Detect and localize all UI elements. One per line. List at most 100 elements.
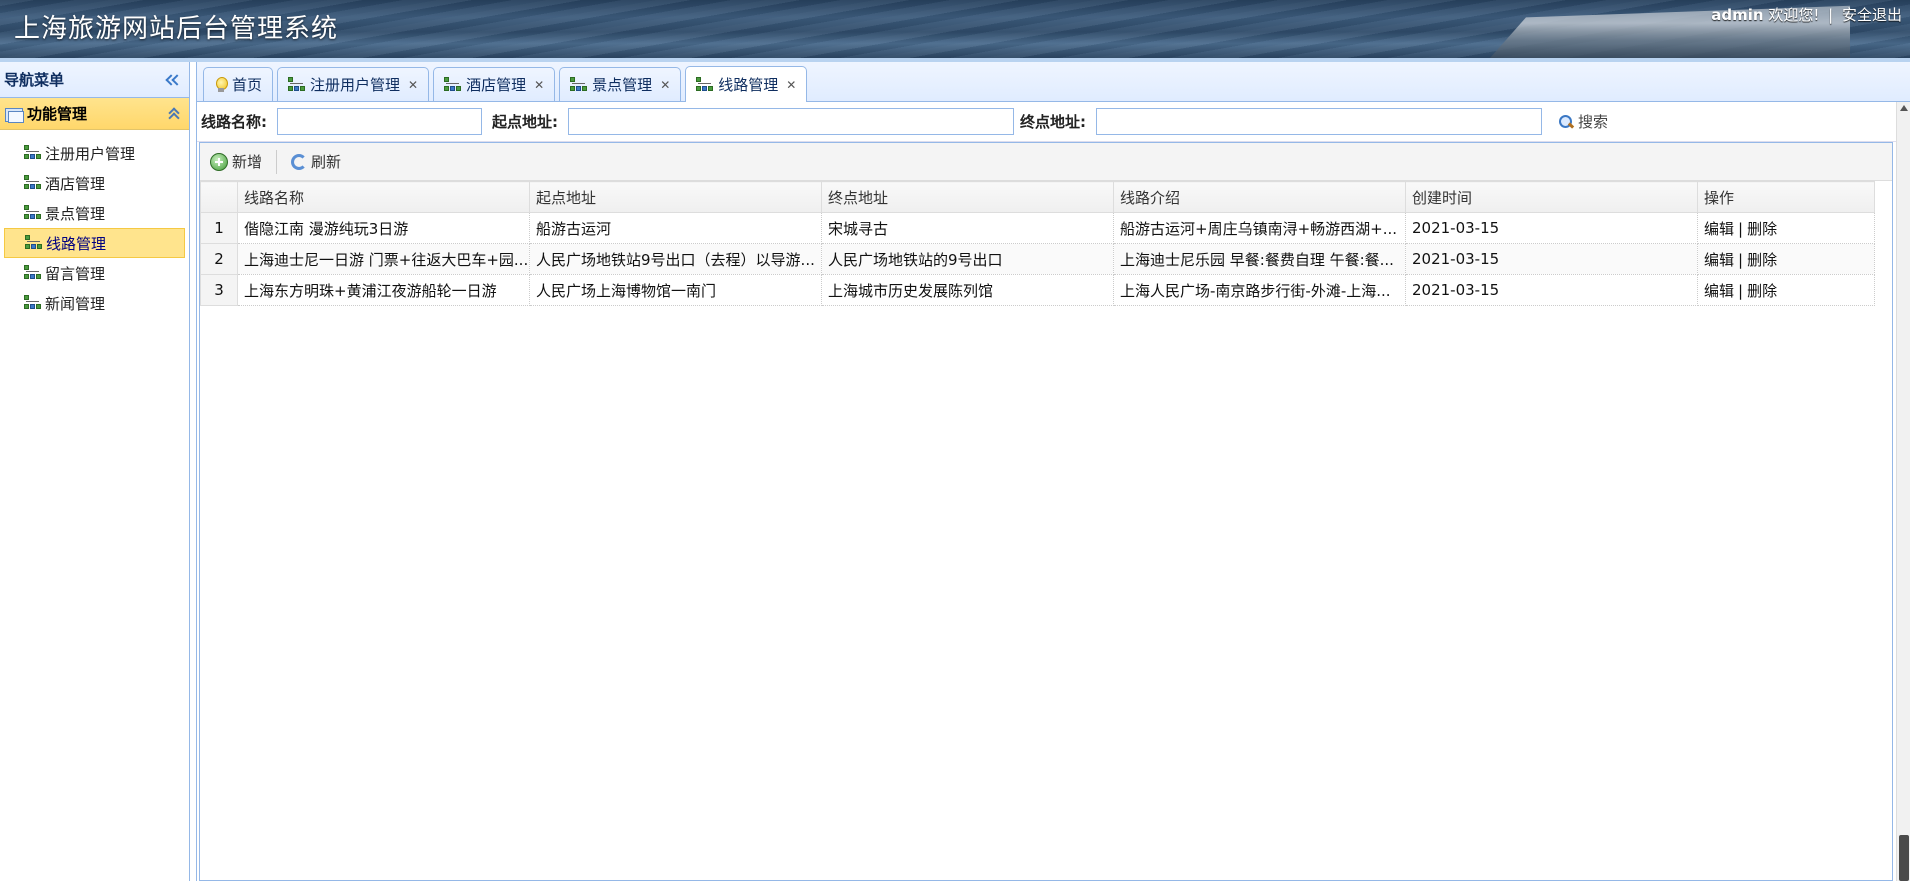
add-button-label: 新增 [232, 153, 263, 171]
search-icon [1558, 114, 1574, 130]
app-header: 上海旅游网站后台管理系统 admin 欢迎您! | 安全退出 [0, 0, 1910, 58]
header-separator: | [1828, 6, 1834, 24]
tab-bar: 首页 注册用户管理 ✕ 酒店管理 ✕ 景点管理 ✕ 线路管理 ✕ [197, 62, 1910, 102]
org-tree-icon [24, 205, 42, 221]
collapse-up-icon[interactable] [167, 107, 181, 121]
close-icon[interactable]: ✕ [786, 78, 796, 92]
cell-created: 2021-03-15 [1405, 274, 1698, 306]
sidebar-item-attractions[interactable]: 景点管理 [4, 198, 185, 228]
search-button[interactable]: 搜索 [1558, 111, 1608, 132]
column-header-intro[interactable]: 线路介绍 [1113, 181, 1406, 213]
end-address-input[interactable] [1096, 108, 1542, 135]
column-header-end[interactable]: 终点地址 [821, 181, 1114, 213]
close-icon[interactable]: ✕ [408, 78, 418, 92]
tab-attractions[interactable]: 景点管理 ✕ [559, 67, 682, 101]
cell-created: 2021-03-15 [1405, 212, 1698, 244]
username: admin [1711, 6, 1764, 24]
delete-link[interactable]: 删除 [1747, 282, 1777, 300]
column-header-start[interactable]: 起点地址 [529, 181, 822, 213]
app-title: 上海旅游网站后台管理系统 [14, 14, 339, 44]
close-icon[interactable]: ✕ [660, 78, 670, 92]
org-tree-icon [570, 76, 588, 93]
tab-home[interactable]: 首页 [203, 67, 274, 101]
sidebar-item-messages[interactable]: 留言管理 [4, 258, 185, 288]
search-button-label: 搜索 [1578, 113, 1609, 131]
cell-end: 宋城寻古 [821, 212, 1114, 244]
scrollbar-thumb[interactable] [1899, 835, 1909, 881]
cell-end: 上海城市历史发展陈列馆 [821, 274, 1114, 306]
action-separator: | [1738, 250, 1744, 269]
sidebar-item-label: 留言管理 [45, 264, 106, 283]
welcome-text: 欢迎您! [1768, 6, 1820, 24]
close-icon[interactable]: ✕ [534, 78, 544, 92]
logout-link[interactable]: 安全退出 [1842, 6, 1902, 24]
sidebar-item-label: 线路管理 [46, 234, 107, 253]
cell-route-name: 上海迪士尼一日游 门票+往返大巴车+园... [237, 243, 530, 275]
refresh-button[interactable]: 刷新 [291, 151, 341, 172]
edit-link[interactable]: 编辑 [1704, 282, 1734, 300]
sidebar-item-label: 注册用户管理 [45, 144, 136, 163]
cell-created: 2021-03-15 [1405, 243, 1698, 275]
cell-intro: 船游古运河+周庄乌镇南浔+畅游西湖+... [1113, 212, 1406, 244]
org-tree-icon [288, 76, 306, 93]
cell-start: 人民广场地铁站9号出口（去程）以导游... [529, 243, 822, 275]
column-header-rownum [200, 181, 238, 213]
edit-link[interactable]: 编辑 [1704, 251, 1734, 269]
refresh-button-label: 刷新 [311, 153, 342, 171]
tab-hotels[interactable]: 酒店管理 ✕ [433, 67, 556, 101]
org-tree-icon [444, 76, 462, 93]
sidebar-group-title: 功能管理 [27, 105, 88, 123]
table-row[interactable]: 3 上海东方明珠+黄浦江夜游船轮一日游 人民广场上海博物馆一南门 上海城市历史发… [200, 274, 1875, 306]
start-address-input[interactable] [568, 108, 1014, 135]
add-icon [210, 152, 228, 171]
tab-label: 注册用户管理 [310, 76, 401, 94]
org-tree-icon [24, 145, 42, 161]
delete-link[interactable]: 删除 [1747, 251, 1777, 269]
data-grid: 新增 刷新 线路名称 起点地址 终点地址 线路介绍 创建时间 操作 1 偕隐江南… [199, 142, 1893, 881]
row-number: 2 [200, 243, 238, 275]
sidebar-item-label: 新闻管理 [45, 294, 106, 313]
add-button[interactable]: 新增 [210, 151, 262, 172]
column-header-created[interactable]: 创建时间 [1405, 181, 1698, 213]
sidebar-item-news[interactable]: 新闻管理 [4, 288, 185, 318]
row-number: 1 [200, 212, 238, 244]
vertical-scrollbar[interactable] [1896, 102, 1910, 881]
scroll-up-icon[interactable] [1900, 105, 1908, 111]
action-separator: | [1738, 281, 1744, 300]
search-bar: 线路名称: 起点地址: 终点地址: 搜索 [197, 102, 1910, 142]
sidebar-item-users[interactable]: 注册用户管理 [4, 138, 185, 168]
cell-end: 人民广场地铁站的9号出口 [821, 243, 1114, 275]
sidebar-item-label: 酒店管理 [45, 174, 106, 193]
org-tree-icon [24, 295, 42, 311]
tab-label: 线路管理 [718, 76, 779, 94]
delete-link[interactable]: 删除 [1747, 220, 1777, 238]
cell-intro: 上海迪士尼乐园 早餐:餐费自理 午餐:餐... [1113, 243, 1406, 275]
edit-link[interactable]: 编辑 [1704, 220, 1734, 238]
sidebar-nav: 注册用户管理 酒店管理 景点管理 线路管理 留言管理 新闻管理 [0, 130, 189, 318]
tab-users[interactable]: 注册用户管理 ✕ [277, 67, 430, 101]
cell-route-name: 偕隐江南 漫游纯玩3日游 [237, 212, 530, 244]
org-tree-icon [24, 265, 42, 281]
table-row[interactable]: 2 上海迪士尼一日游 门票+往返大巴车+园... 人民广场地铁站9号出口（去程）… [200, 243, 1875, 275]
grid-toolbar: 新增 刷新 [200, 143, 1892, 181]
column-header-actions[interactable]: 操作 [1697, 181, 1875, 213]
route-name-input[interactable] [277, 108, 482, 135]
column-header-route-name[interactable]: 线路名称 [237, 181, 530, 213]
collapse-left-icon[interactable] [165, 72, 181, 88]
lightbulb-icon [214, 76, 228, 94]
tab-routes[interactable]: 线路管理 ✕ [685, 66, 808, 102]
cell-actions: 编辑 | 删除 [1697, 243, 1875, 275]
route-name-label: 线路名称: [201, 113, 267, 131]
cell-route-name: 上海东方明珠+黄浦江夜游船轮一日游 [237, 274, 530, 306]
sidebar-item-routes[interactable]: 线路管理 [4, 228, 185, 258]
sidebar: 导航菜单 功能管理 注册用户管理 酒店管理 景点管理 线路管理 留言管理 新闻管… [0, 62, 190, 881]
toolbar-separator [276, 149, 278, 174]
user-info: admin 欢迎您! | 安全退出 [1711, 4, 1902, 25]
org-tree-icon [25, 235, 43, 251]
cell-start: 人民广场上海博物馆一南门 [529, 274, 822, 306]
sidebar-group-header[interactable]: 功能管理 [0, 98, 189, 130]
cell-start: 船游古运河 [529, 212, 822, 244]
sidebar-item-hotels[interactable]: 酒店管理 [4, 168, 185, 198]
start-address-label: 起点地址: [492, 113, 558, 131]
table-row[interactable]: 1 偕隐江南 漫游纯玩3日游 船游古运河 宋城寻古 船游古运河+周庄乌镇南浔+畅… [200, 212, 1875, 244]
